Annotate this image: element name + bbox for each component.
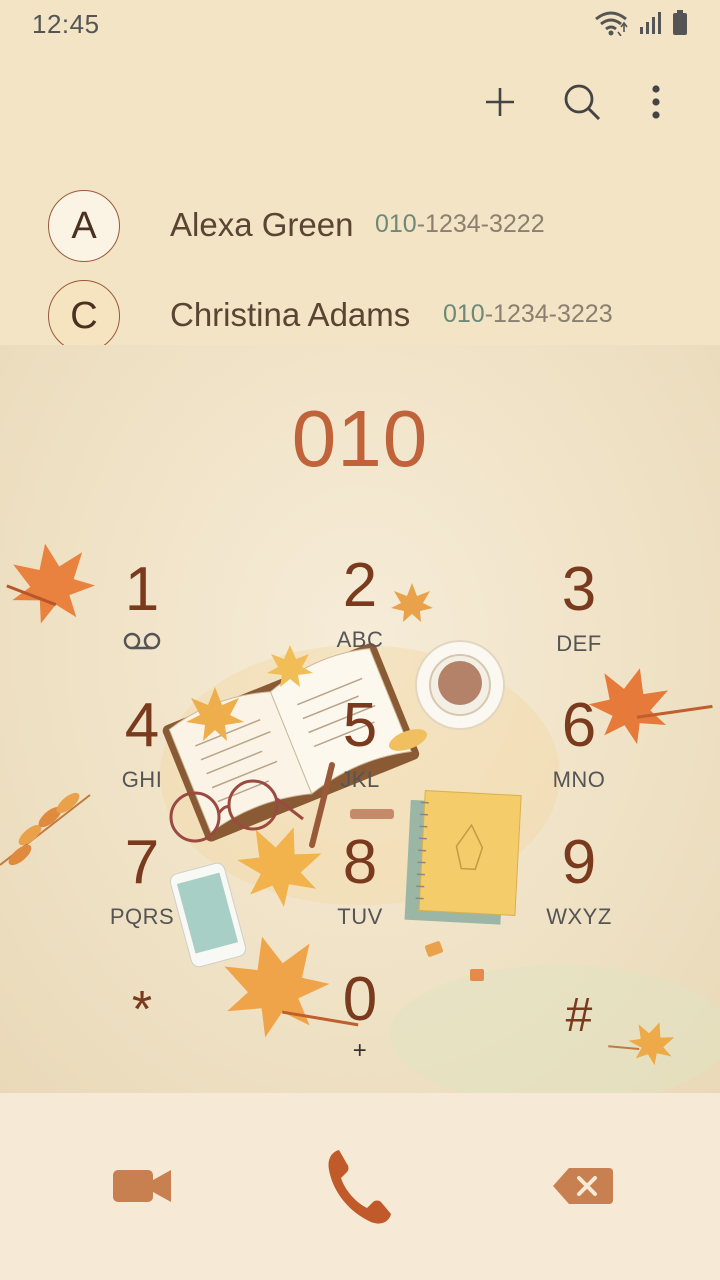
- key-digit: 3: [561, 555, 597, 624]
- key-digit: #: [565, 989, 593, 1042]
- key-star[interactable]: *: [42, 975, 242, 1093]
- key-letters: +: [352, 1037, 368, 1064]
- number-rest: -1234-3223: [484, 300, 613, 328]
- contact-suggestions: A Alexa Green 010-1234-3222 C Christina …: [0, 170, 720, 345]
- contact-row[interactable]: A Alexa Green 010-1234-3222: [0, 170, 720, 262]
- avatar: A: [48, 190, 120, 262]
- key-letters: ABC: [336, 627, 384, 652]
- key-digit: 2: [342, 551, 378, 620]
- key-7[interactable]: 7 PQRS: [42, 828, 242, 958]
- status-bar: 12:45: [0, 0, 720, 50]
- more-icon: [650, 84, 662, 125]
- key-digit: *: [131, 981, 153, 1039]
- key-digit: 9: [561, 828, 597, 897]
- key-9[interactable]: 9 WXYZ: [479, 828, 679, 958]
- key-letters: TUV: [337, 904, 383, 929]
- key-letters: PQRS: [109, 904, 175, 929]
- key-digit: 1: [124, 555, 160, 624]
- avatar: C: [48, 280, 120, 345]
- add-icon: [484, 86, 516, 123]
- number-match: 010: [443, 300, 485, 328]
- battery-icon: [672, 9, 688, 41]
- number-rest: -1234-3222: [416, 210, 545, 238]
- key-letters: GHI: [121, 767, 163, 792]
- wifi-icon: [594, 10, 628, 41]
- key-4[interactable]: 4 GHI: [42, 691, 242, 821]
- video-call-button[interactable]: [97, 1143, 187, 1233]
- status-time: 12:45: [32, 9, 100, 39]
- key-digit: 4: [124, 691, 160, 760]
- key-5[interactable]: 5 JKL: [260, 691, 460, 821]
- more-options-button[interactable]: [632, 80, 680, 128]
- contact-row[interactable]: C Christina Adams 010-1234-3223: [0, 260, 720, 345]
- call-icon: [325, 1146, 395, 1231]
- contact-name: Alexa Green: [170, 206, 354, 243]
- signal-icon: [638, 11, 662, 40]
- key-0[interactable]: 0 +: [260, 965, 460, 1093]
- backspace-icon: [551, 1166, 615, 1211]
- key-3[interactable]: 3 DEF: [479, 555, 679, 685]
- dialed-number: 010: [291, 394, 429, 483]
- key-digit: 7: [124, 828, 160, 897]
- contact-name: Christina Adams: [170, 296, 411, 333]
- bottom-action-bar: [0, 1093, 720, 1280]
- add-contact-button[interactable]: [476, 80, 524, 128]
- backspace-button[interactable]: [538, 1143, 628, 1233]
- search-button[interactable]: [558, 80, 606, 128]
- status-icons: [594, 9, 688, 41]
- key-digit: 0: [342, 965, 378, 1034]
- key-hash[interactable]: #: [479, 981, 679, 1093]
- contact-number: 010-1234-3223: [443, 300, 613, 329]
- number-match: 010: [375, 210, 417, 238]
- dialer-panel: 010 1 2 ABC 3 DEF 4 GHI 5 JKL 6 MNO 7 PQ…: [0, 345, 720, 1093]
- call-button[interactable]: [315, 1143, 405, 1233]
- search-icon: [562, 82, 602, 127]
- key-digit: 5: [342, 691, 378, 760]
- app-bar: [0, 50, 720, 160]
- key-letters: WXYZ: [546, 904, 612, 929]
- key-2[interactable]: 2 ABC: [260, 551, 460, 681]
- voicemail-icon: [42, 631, 242, 657]
- key-letters: JKL: [340, 767, 380, 792]
- contact-number: 010-1234-3222: [375, 210, 545, 239]
- key-1[interactable]: 1: [42, 555, 242, 685]
- key-digit: 8: [342, 828, 378, 897]
- key-6[interactable]: 6 MNO: [479, 691, 679, 821]
- key-letters: DEF: [556, 631, 602, 656]
- key-digit: 6: [561, 691, 597, 760]
- key-8[interactable]: 8 TUV: [260, 828, 460, 958]
- key-letters: MNO: [552, 767, 606, 792]
- video-call-icon: [111, 1166, 173, 1211]
